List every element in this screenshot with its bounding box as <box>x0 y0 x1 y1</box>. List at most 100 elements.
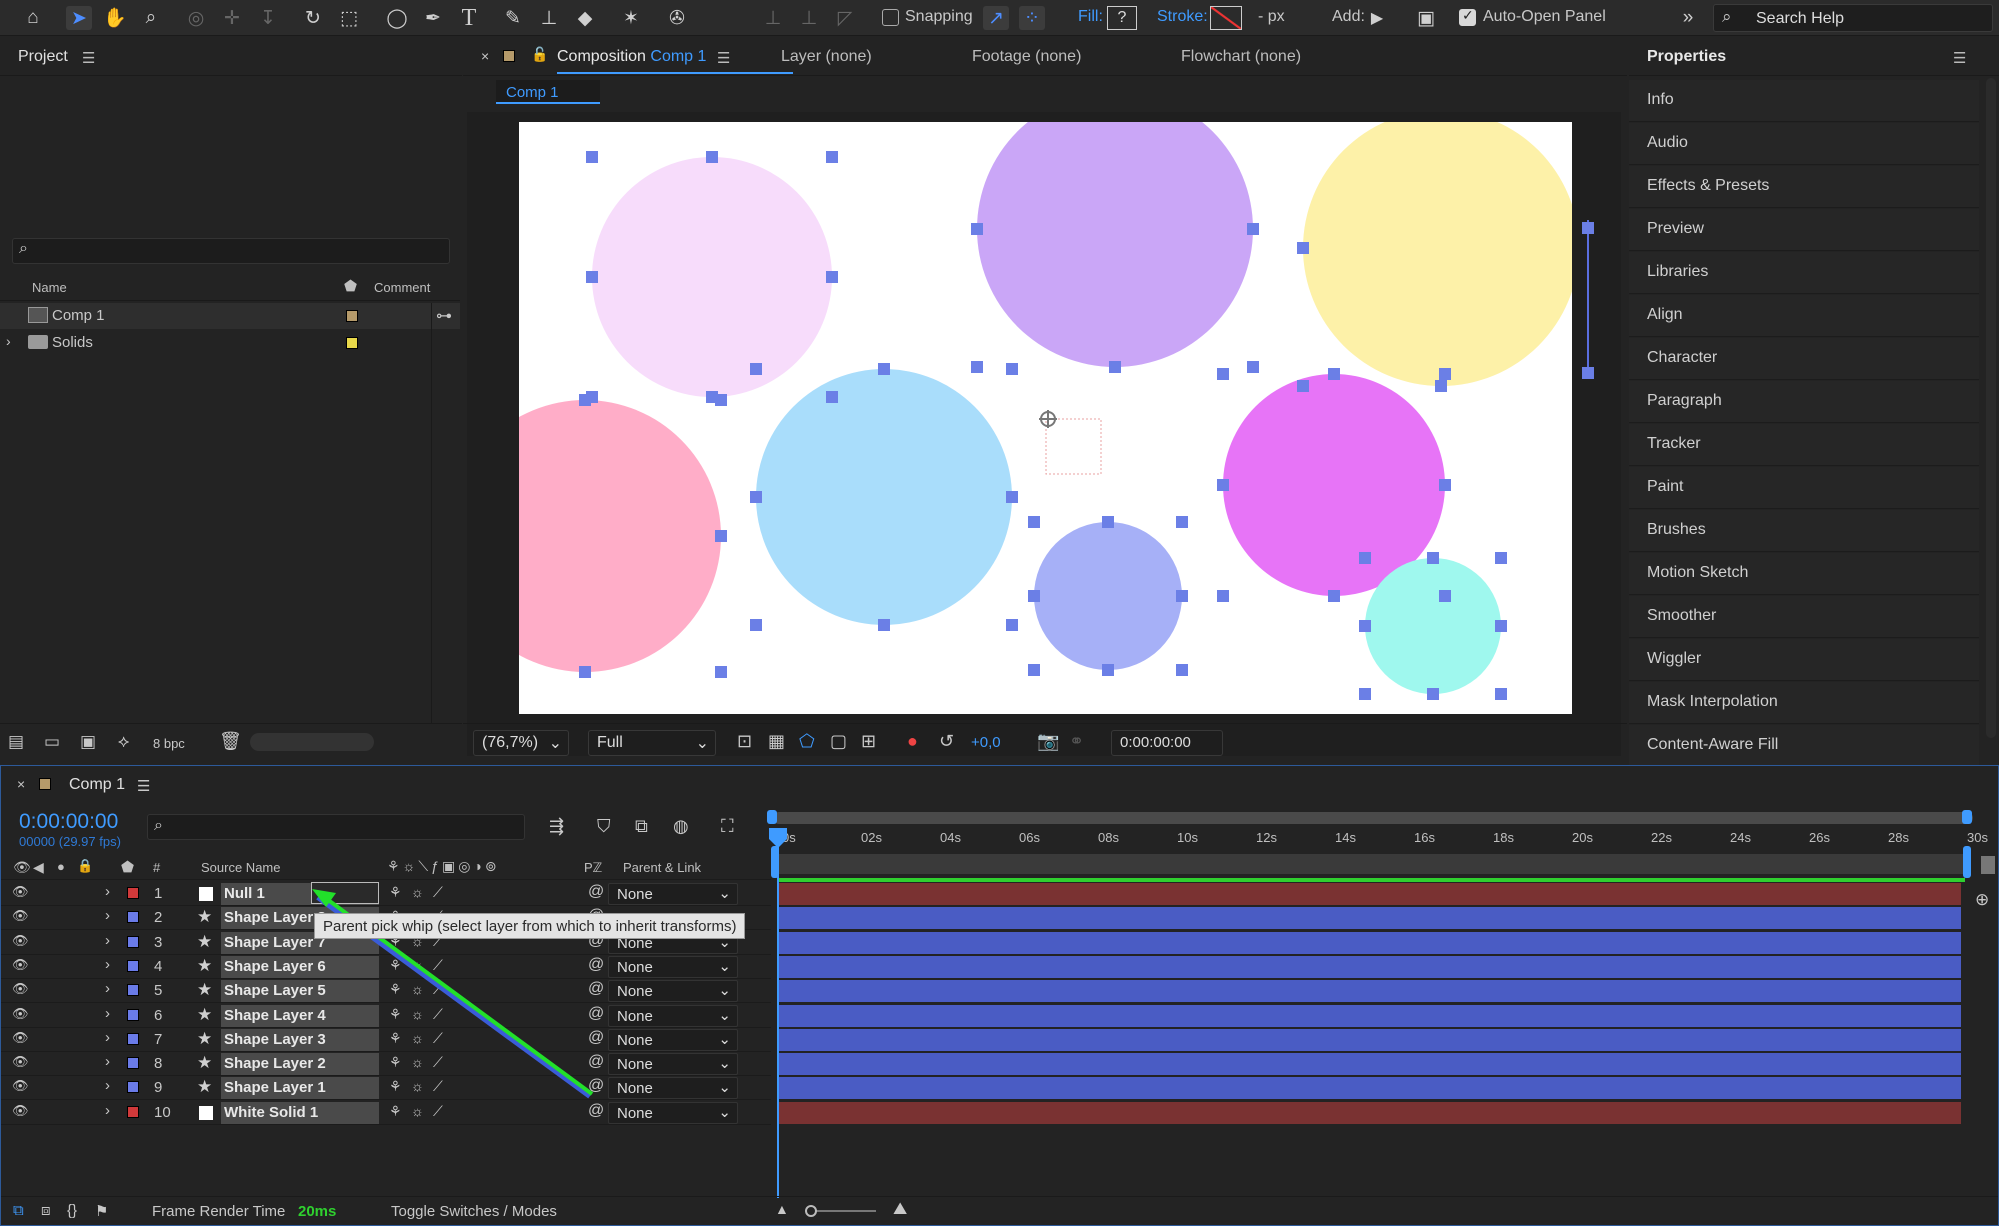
comp-button-icon[interactable]: ⊕ <box>1975 890 1989 910</box>
composition-canvas[interactable] <box>519 122 1572 714</box>
transform-handle[interactable] <box>750 619 762 631</box>
stroke-width[interactable]: - px <box>1258 8 1285 26</box>
chevron-right-icon[interactable]: › <box>105 980 110 997</box>
chevron-right-icon[interactable]: › <box>105 1029 110 1046</box>
parent-dropdown[interactable]: None ⌄ <box>608 1101 738 1124</box>
shape-circle[interactable] <box>756 369 1012 625</box>
eraser-icon[interactable]: ◆ <box>572 6 598 30</box>
transform-handle[interactable] <box>1328 368 1340 380</box>
bpc-label[interactable]: 8 bpc <box>153 736 185 751</box>
interpret-footage-icon[interactable]: ▤ <box>8 732 24 752</box>
new-folder-icon[interactable]: ▭ <box>44 732 60 752</box>
shape-circle[interactable] <box>977 122 1253 367</box>
column-name[interactable]: Name <box>32 280 67 295</box>
shape-circle[interactable] <box>519 400 721 672</box>
layer-duration-bar[interactable] <box>779 1101 1961 1124</box>
collapse-icon[interactable]: ☼ <box>411 981 424 997</box>
eye-icon[interactable]: 👁 <box>12 933 29 949</box>
eye-icon[interactable]: 👁 <box>12 1103 29 1119</box>
label-color-chip[interactable] <box>127 984 139 997</box>
layer-name[interactable]: Shape Layer 5 <box>221 980 379 1003</box>
layer-search-input[interactable]: ⌕ <box>147 814 525 840</box>
transform-handle[interactable] <box>715 666 727 678</box>
zoom-slider-thumb[interactable] <box>805 1205 817 1217</box>
transform-handle[interactable] <box>579 666 591 678</box>
tab-composition[interactable]: Composition Comp 1 <box>557 48 706 66</box>
shy-icon[interactable]: ⚘ <box>389 1054 402 1071</box>
collapse-icon[interactable]: ☼ <box>411 1030 424 1046</box>
work-area-end-handle[interactable] <box>1962 810 1972 824</box>
transform-handle[interactable] <box>586 271 598 283</box>
shy-icon[interactable]: ⚘ <box>389 1103 402 1120</box>
collapse-icon[interactable]: ☼ <box>411 884 424 900</box>
tab-layer[interactable]: Layer (none) <box>781 48 872 66</box>
properties-item[interactable]: Align <box>1629 295 1979 337</box>
transform-handle[interactable] <box>1439 368 1451 380</box>
column-source-name[interactable]: Source Name <box>201 860 280 875</box>
project-title[interactable]: Project <box>18 48 68 66</box>
grid-guides-icon[interactable]: ⊞ <box>861 731 876 752</box>
stroke-swatch[interactable] <box>1210 6 1242 30</box>
shy-icon[interactable]: ⚘ <box>389 1030 402 1047</box>
layer-duration-bar[interactable] <box>779 1028 1961 1051</box>
close-icon[interactable]: × <box>481 48 489 64</box>
resolution-dropdown[interactable]: Full ⌄ <box>588 730 716 756</box>
transform-handle[interactable] <box>715 394 727 406</box>
help-search[interactable]: ⌕ Search Help <box>1713 4 1993 32</box>
transform-handle[interactable] <box>1359 552 1371 564</box>
transform-handle[interactable] <box>1028 590 1040 602</box>
tab-footage[interactable]: Footage (none) <box>972 48 1081 66</box>
properties-item[interactable]: Audio <box>1629 123 1979 165</box>
properties-item[interactable]: Content-Aware Fill <box>1629 725 1979 767</box>
chevrons-right-icon[interactable]: » <box>1675 6 1701 30</box>
properties-item[interactable]: Mask Interpolation <box>1629 682 1979 724</box>
column-comment[interactable]: Comment <box>374 280 430 295</box>
transform-handle[interactable] <box>971 223 983 235</box>
orbit-icon[interactable]: ◎ <box>183 6 209 30</box>
parent-dropdown[interactable]: None ⌄ <box>608 980 738 1003</box>
quality-icon[interactable]: ⟋ <box>433 1054 443 1071</box>
transform-handle[interactable] <box>1217 479 1229 491</box>
type-tool-icon[interactable]: T <box>456 5 482 31</box>
work-area-end-marker[interactable] <box>1963 846 1971 878</box>
null-layer-box[interactable] <box>1045 418 1102 475</box>
transform-handle[interactable] <box>1427 552 1439 564</box>
transform-handle[interactable] <box>1217 368 1229 380</box>
fill-label[interactable]: Fill: <box>1078 8 1103 26</box>
properties-item[interactable]: Paint <box>1629 467 1979 509</box>
eye-icon[interactable]: 👁 <box>12 1006 29 1022</box>
transform-handle[interactable] <box>878 619 890 631</box>
shy-icon[interactable]: ⚘ <box>389 981 402 998</box>
transform-handle[interactable] <box>1006 491 1018 503</box>
properties-title[interactable]: Properties <box>1647 48 1726 66</box>
shape-circle[interactable] <box>1303 122 1572 386</box>
transform-handle[interactable] <box>1109 361 1121 373</box>
exposure-value[interactable]: +0,0 <box>971 734 1001 751</box>
transform-handle[interactable] <box>750 491 762 503</box>
properties-item[interactable]: Info <box>1629 80 1979 122</box>
in-out-icon[interactable]: {} <box>67 1202 77 1219</box>
layer-row[interactable]: 👁 › 4 ★ Shape Layer 6 ⚘ ☼ ⟋ @ None ⌄ <box>1 955 771 979</box>
clone-stamp-icon[interactable]: ⊥ <box>536 6 562 30</box>
shape-circle[interactable] <box>1365 558 1501 694</box>
show-snapshot-icon[interactable]: ⚭ <box>1069 731 1084 752</box>
transform-handle[interactable] <box>1028 664 1040 676</box>
chevron-right-icon[interactable]: › <box>105 1053 110 1070</box>
pick-whip-icon[interactable]: @ <box>588 1102 604 1120</box>
collapse-icon[interactable]: ☼ <box>411 957 424 973</box>
properties-item[interactable]: Brushes <box>1629 510 1979 552</box>
quality-icon[interactable]: ⟋ <box>433 884 443 901</box>
properties-item[interactable]: Preview <box>1629 209 1979 251</box>
layer-row[interactable]: 👁 › 5 ★ Shape Layer 5 ⚘ ☼ ⟋ @ None ⌄ <box>1 979 771 1004</box>
hand-tool-icon[interactable]: ✋ <box>102 6 128 30</box>
quality-icon[interactable]: ⟋ <box>433 1030 443 1047</box>
layer-duration-bar[interactable] <box>779 955 1961 978</box>
pick-whip-icon[interactable]: @ <box>588 1077 604 1095</box>
shy-icon[interactable]: ⚘ <box>389 884 402 901</box>
transform-handle[interactable] <box>1435 380 1447 392</box>
chevron-right-icon[interactable]: › <box>105 1102 110 1119</box>
transform-handle[interactable] <box>1359 620 1371 632</box>
transform-handle[interactable] <box>1176 664 1188 676</box>
transform-handle[interactable] <box>1495 620 1507 632</box>
zoom-out-icon[interactable]: ▲ <box>775 1201 789 1217</box>
